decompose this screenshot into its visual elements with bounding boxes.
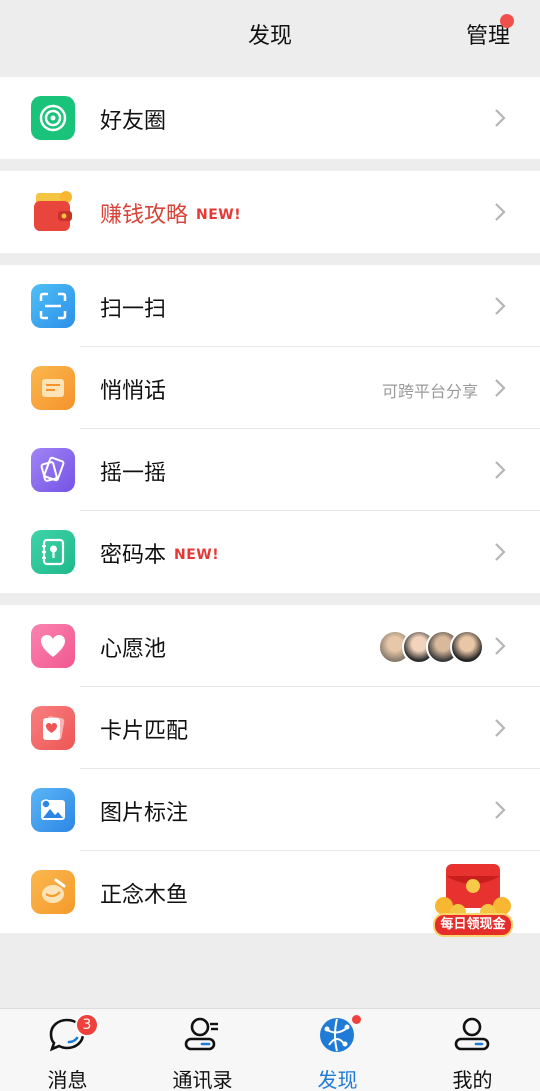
earn-strategy-text: 赚钱攻略	[100, 203, 189, 228]
discover-icon	[320, 1018, 354, 1052]
shake-row[interactable]: 摇一摇	[0, 429, 540, 511]
earn-strategy-row[interactable]: 赚钱攻略 NEW!	[0, 171, 540, 253]
promo-label: 每日领现金	[440, 917, 506, 932]
whisper-icon	[31, 366, 75, 410]
tab-profile[interactable]: 我的	[405, 1009, 540, 1091]
wish-pool-label: 心愿池	[100, 637, 167, 662]
profile-icon	[454, 1017, 490, 1051]
tab-discover[interactable]: 发现	[270, 1009, 405, 1091]
chevron-right-icon	[495, 297, 506, 315]
wallet-icon	[28, 187, 78, 237]
wooden-fish-icon	[31, 870, 75, 914]
whisper-row[interactable]: 悄悄话 可跨平台分享	[0, 347, 540, 429]
card-match-label: 卡片匹配	[100, 719, 189, 744]
avatar	[450, 630, 484, 664]
tab-label: 通讯录	[172, 1068, 233, 1091]
wooden-fish-label: 正念木鱼	[100, 883, 189, 908]
page-title: 发现	[247, 24, 292, 49]
card-match-row[interactable]: 卡片匹配	[0, 687, 540, 769]
moments-label: 好友圈	[100, 109, 167, 134]
manage-notification-dot	[500, 14, 514, 28]
password-book-row[interactable]: 密码本 NEW!	[0, 511, 540, 593]
tab-label: 消息	[47, 1068, 88, 1091]
whisper-label: 悄悄话	[100, 379, 167, 404]
bottom-tab-bar: 3 消息 通讯录 发现 我的	[0, 1008, 540, 1091]
tools-group: 扫一扫 悄悄话 可跨平台分享 摇一摇 密码本 NEW!	[0, 265, 540, 593]
avatar-group	[378, 630, 488, 664]
moments-group: 好友圈	[0, 77, 540, 159]
contacts-icon	[184, 1017, 218, 1051]
wish-pool-row[interactable]: 心愿池	[0, 605, 540, 687]
tab-messages[interactable]: 3 消息	[0, 1009, 135, 1091]
password-book-label: 密码本 NEW!	[100, 537, 219, 569]
chevron-right-icon	[495, 379, 506, 397]
chevron-right-icon	[495, 461, 506, 479]
scan-label: 扫一扫	[100, 297, 167, 322]
chevron-right-icon	[495, 109, 506, 127]
earn-strategy-label: 赚钱攻略 NEW!	[100, 197, 241, 229]
tab-label: 发现	[317, 1068, 358, 1091]
moments-icon	[31, 96, 75, 140]
image-tag-label: 图片标注	[100, 801, 189, 826]
daily-cash-promo[interactable]: 每日领现金	[432, 860, 514, 940]
image-tag-icon	[31, 788, 75, 832]
new-badge: NEW!	[196, 207, 242, 223]
discover-notification-dot	[352, 1015, 361, 1024]
chevron-right-icon	[495, 719, 506, 737]
chevron-right-icon	[495, 203, 506, 221]
unread-badge: 3	[75, 1013, 99, 1037]
shake-icon	[31, 448, 75, 492]
password-book-text: 密码本	[100, 543, 167, 568]
new-badge: NEW!	[174, 547, 220, 563]
heart-icon	[31, 624, 75, 668]
tab-contacts[interactable]: 通讯录	[135, 1009, 270, 1091]
top-bar: 发现 管理	[0, 0, 540, 66]
password-book-icon	[31, 530, 75, 574]
tab-label: 我的	[452, 1068, 493, 1091]
moments-row[interactable]: 好友圈	[0, 77, 540, 159]
scan-row[interactable]: 扫一扫	[0, 265, 540, 347]
image-tag-row[interactable]: 图片标注	[0, 769, 540, 851]
chevron-right-icon	[495, 637, 506, 655]
whisper-subtitle: 可跨平台分享	[381, 382, 478, 401]
card-match-icon	[31, 706, 75, 750]
scan-icon	[31, 284, 75, 328]
earn-group: 赚钱攻略 NEW!	[0, 171, 540, 253]
chevron-right-icon	[495, 801, 506, 819]
shake-label: 摇一摇	[100, 461, 167, 486]
chevron-right-icon	[495, 543, 506, 561]
